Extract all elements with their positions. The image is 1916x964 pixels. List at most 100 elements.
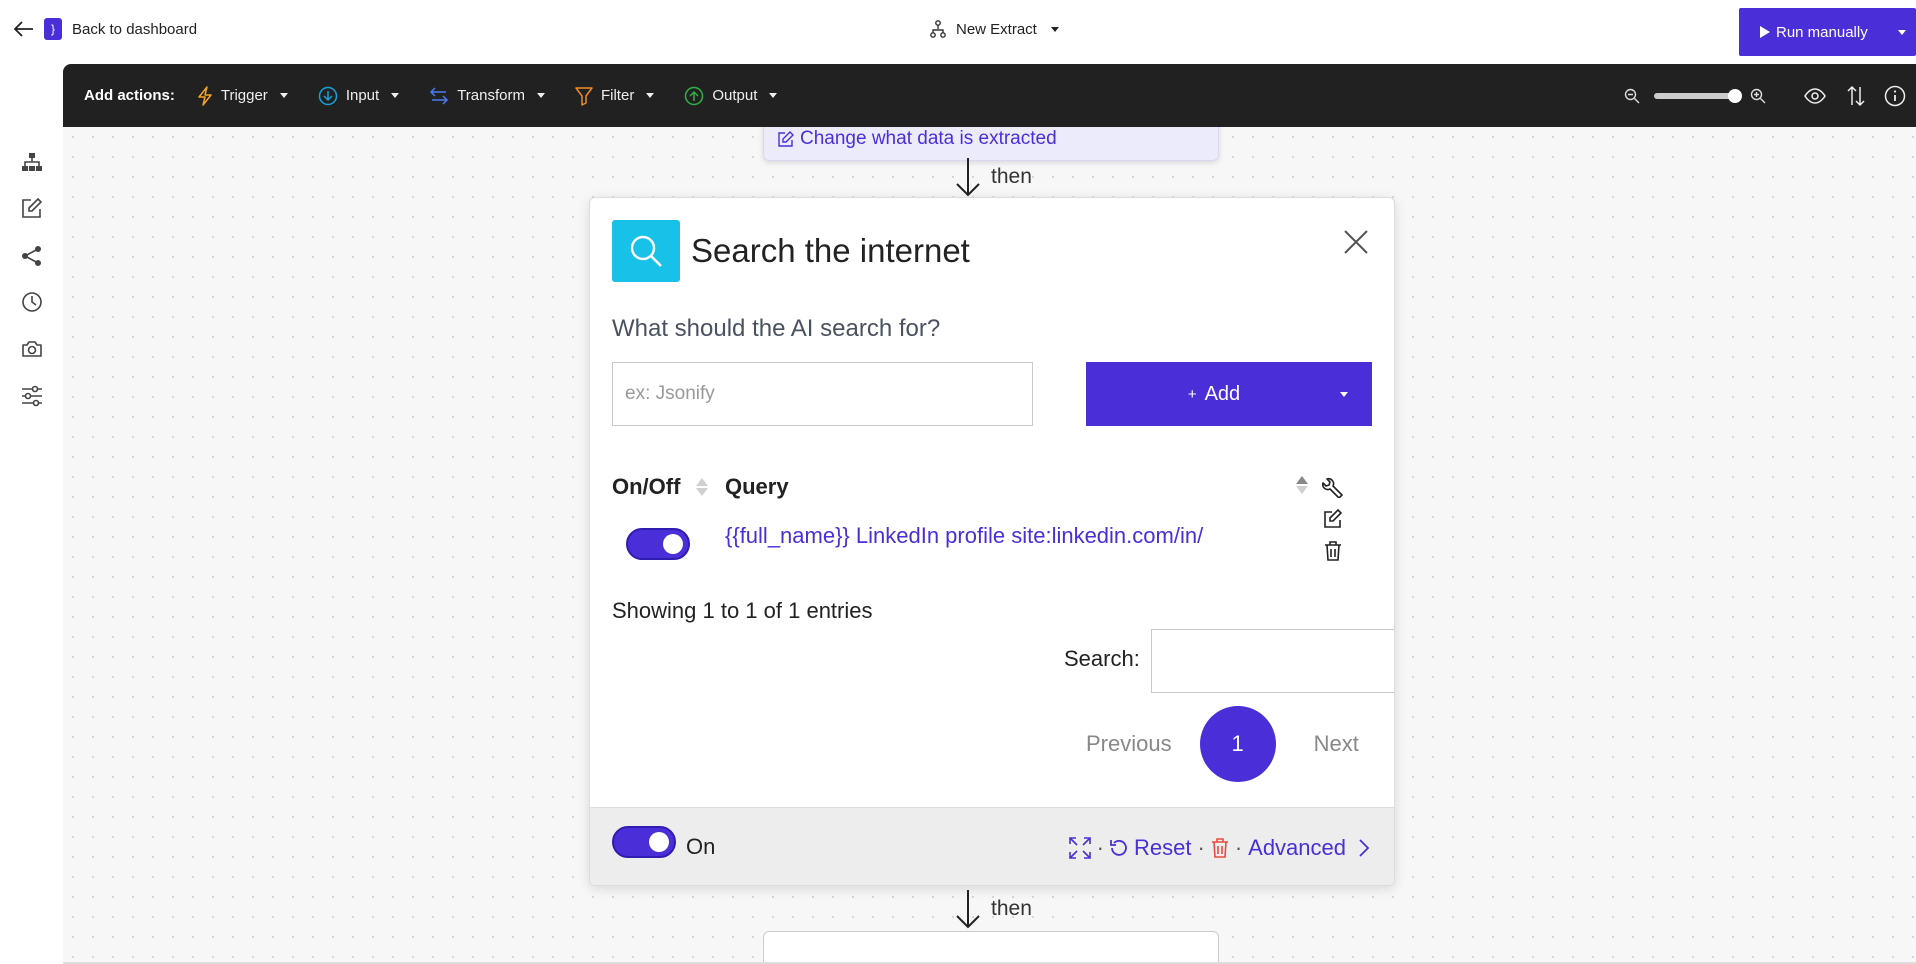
workflow-name: New Extract [956, 20, 1037, 38]
arrow-down-icon [956, 890, 980, 929]
swap-arrows-icon [430, 86, 449, 105]
edit-icon[interactable] [20, 196, 44, 220]
filter-label: Filter [600, 87, 635, 104]
reset-icon[interactable] [1110, 839, 1128, 857]
add-label: Add [1204, 382, 1241, 405]
search-question-label: What should the AI search for? [612, 315, 941, 342]
chevron-down-icon [536, 93, 545, 98]
chevron-right-icon[interactable] [1358, 838, 1370, 858]
expand-icon[interactable] [1068, 837, 1091, 859]
then-label: then [991, 897, 1032, 920]
row-actions [1322, 476, 1344, 562]
column-header-onoff[interactable]: On/Off [612, 474, 709, 500]
close-icon[interactable] [1342, 228, 1370, 256]
sort-icon[interactable] [1296, 476, 1308, 494]
back-label: Back to dashboard [72, 20, 198, 38]
entries-info: Showing 1 to 1 of 1 entries [612, 598, 873, 623]
step-enabled-toggle[interactable] [612, 826, 676, 858]
reset-button[interactable]: Reset [1134, 835, 1191, 861]
share-icon[interactable] [20, 244, 44, 268]
chevron-down-icon [769, 93, 778, 98]
page-1-button[interactable]: 1 [1199, 706, 1276, 782]
trash-icon[interactable] [1211, 838, 1229, 858]
funnel-icon [575, 86, 593, 106]
filter-menu[interactable]: Filter [575, 86, 655, 106]
arrow-down-icon [956, 158, 980, 197]
eye-icon[interactable] [1804, 87, 1826, 104]
zoom-slider[interactable] [1654, 88, 1742, 103]
add-query-button[interactable]: + Add [1086, 362, 1372, 426]
wrench-icon[interactable] [1322, 476, 1344, 498]
column-header-query[interactable]: Query [725, 474, 789, 500]
then-connector: then [955, 889, 1032, 929]
transform-menu[interactable]: Transform [429, 86, 545, 106]
arrow-up-circle-icon [685, 86, 704, 105]
search-query-input[interactable]: ex: Jsonify [612, 362, 1033, 426]
sort-vertical-icon[interactable] [1846, 85, 1866, 107]
actions-toolbar: Add actions: Trigger Input Transform Fil… [63, 64, 1916, 127]
trigger-menu[interactable]: Trigger [197, 85, 288, 106]
search-step-icon [612, 220, 680, 282]
query-enabled-toggle[interactable] [626, 528, 690, 560]
run-options-dropdown[interactable] [1884, 29, 1916, 35]
then-label: then [991, 165, 1032, 188]
lightning-icon [198, 85, 212, 106]
play-icon [1760, 26, 1770, 38]
previous-page-button[interactable]: Previous [1086, 731, 1172, 757]
step-on-label: On [686, 834, 716, 859]
search-icon [630, 235, 662, 267]
chevron-down-icon [1340, 391, 1348, 397]
change-extracted-data-link[interactable]: Change what data is extracted [778, 128, 1057, 150]
separator: · [1234, 835, 1243, 860]
workflow-icon [930, 20, 946, 38]
back-to-dashboard-link[interactable]: } Back to dashboard [14, 18, 197, 40]
sitemap-icon[interactable] [20, 150, 44, 174]
run-label: Run manually [1776, 23, 1868, 41]
history-icon[interactable] [20, 290, 44, 314]
chevron-down-icon [1050, 26, 1059, 32]
workflow-name-dropdown[interactable]: New Extract [930, 20, 1059, 38]
sliders-icon[interactable] [20, 384, 44, 408]
trash-icon[interactable] [1322, 540, 1344, 562]
edit-icon[interactable] [1322, 508, 1344, 530]
arrow-down-circle-icon [318, 86, 338, 105]
query-text[interactable]: {{full_name}} LinkedIn profile site:link… [725, 523, 1203, 549]
output-menu[interactable]: Output [684, 86, 778, 106]
footer-actions: · Reset · · Advanced [1068, 835, 1370, 861]
camera-icon[interactable] [20, 337, 44, 361]
add-actions-label: Add actions: [84, 87, 175, 104]
chevron-down-icon [646, 93, 655, 98]
separator: · [1197, 835, 1205, 860]
input-menu[interactable]: Input [318, 86, 400, 106]
add-options-dropdown[interactable] [1312, 391, 1372, 397]
next-step-card[interactable] [763, 931, 1219, 962]
zoom-out-icon[interactable] [1624, 88, 1640, 104]
search-query-placeholder: ex: Jsonify [625, 383, 715, 404]
change-extracted-data-label: Change what data is extracted [800, 128, 1057, 149]
input-label: Input [345, 87, 380, 104]
zoom-in-icon[interactable] [1750, 88, 1766, 104]
trigger-label: Trigger [220, 87, 268, 104]
advanced-button[interactable]: Advanced [1248, 835, 1346, 861]
chevron-down-icon [279, 93, 288, 98]
table-search-input[interactable] [1151, 629, 1394, 693]
search-internet-step-card: Search the internet What should the AI s… [589, 197, 1395, 886]
run-manually-button[interactable]: Run manually [1739, 8, 1916, 56]
zoom-slider-thumb[interactable] [1728, 88, 1742, 103]
app-logo: } [44, 18, 62, 40]
card-footer: On · Reset · · Advanced [590, 807, 1394, 885]
next-page-button[interactable]: Next [1314, 731, 1359, 757]
edit-icon [778, 131, 794, 147]
plus-icon: + [1187, 385, 1197, 403]
view-controls [1624, 64, 1916, 127]
then-connector: then [955, 157, 1032, 197]
previous-step-card: Change what data is extracted [763, 127, 1219, 161]
info-icon[interactable] [1884, 85, 1906, 107]
workflow-canvas[interactable]: Change what data is extracted then Searc… [63, 127, 1916, 964]
table-search-label: Search: [1064, 646, 1140, 671]
left-sidebar [0, 127, 63, 964]
transform-label: Transform [457, 87, 525, 104]
separator: · [1096, 835, 1104, 860]
pagination: Previous 1 Next [1086, 706, 1359, 782]
output-label: Output [712, 87, 758, 104]
